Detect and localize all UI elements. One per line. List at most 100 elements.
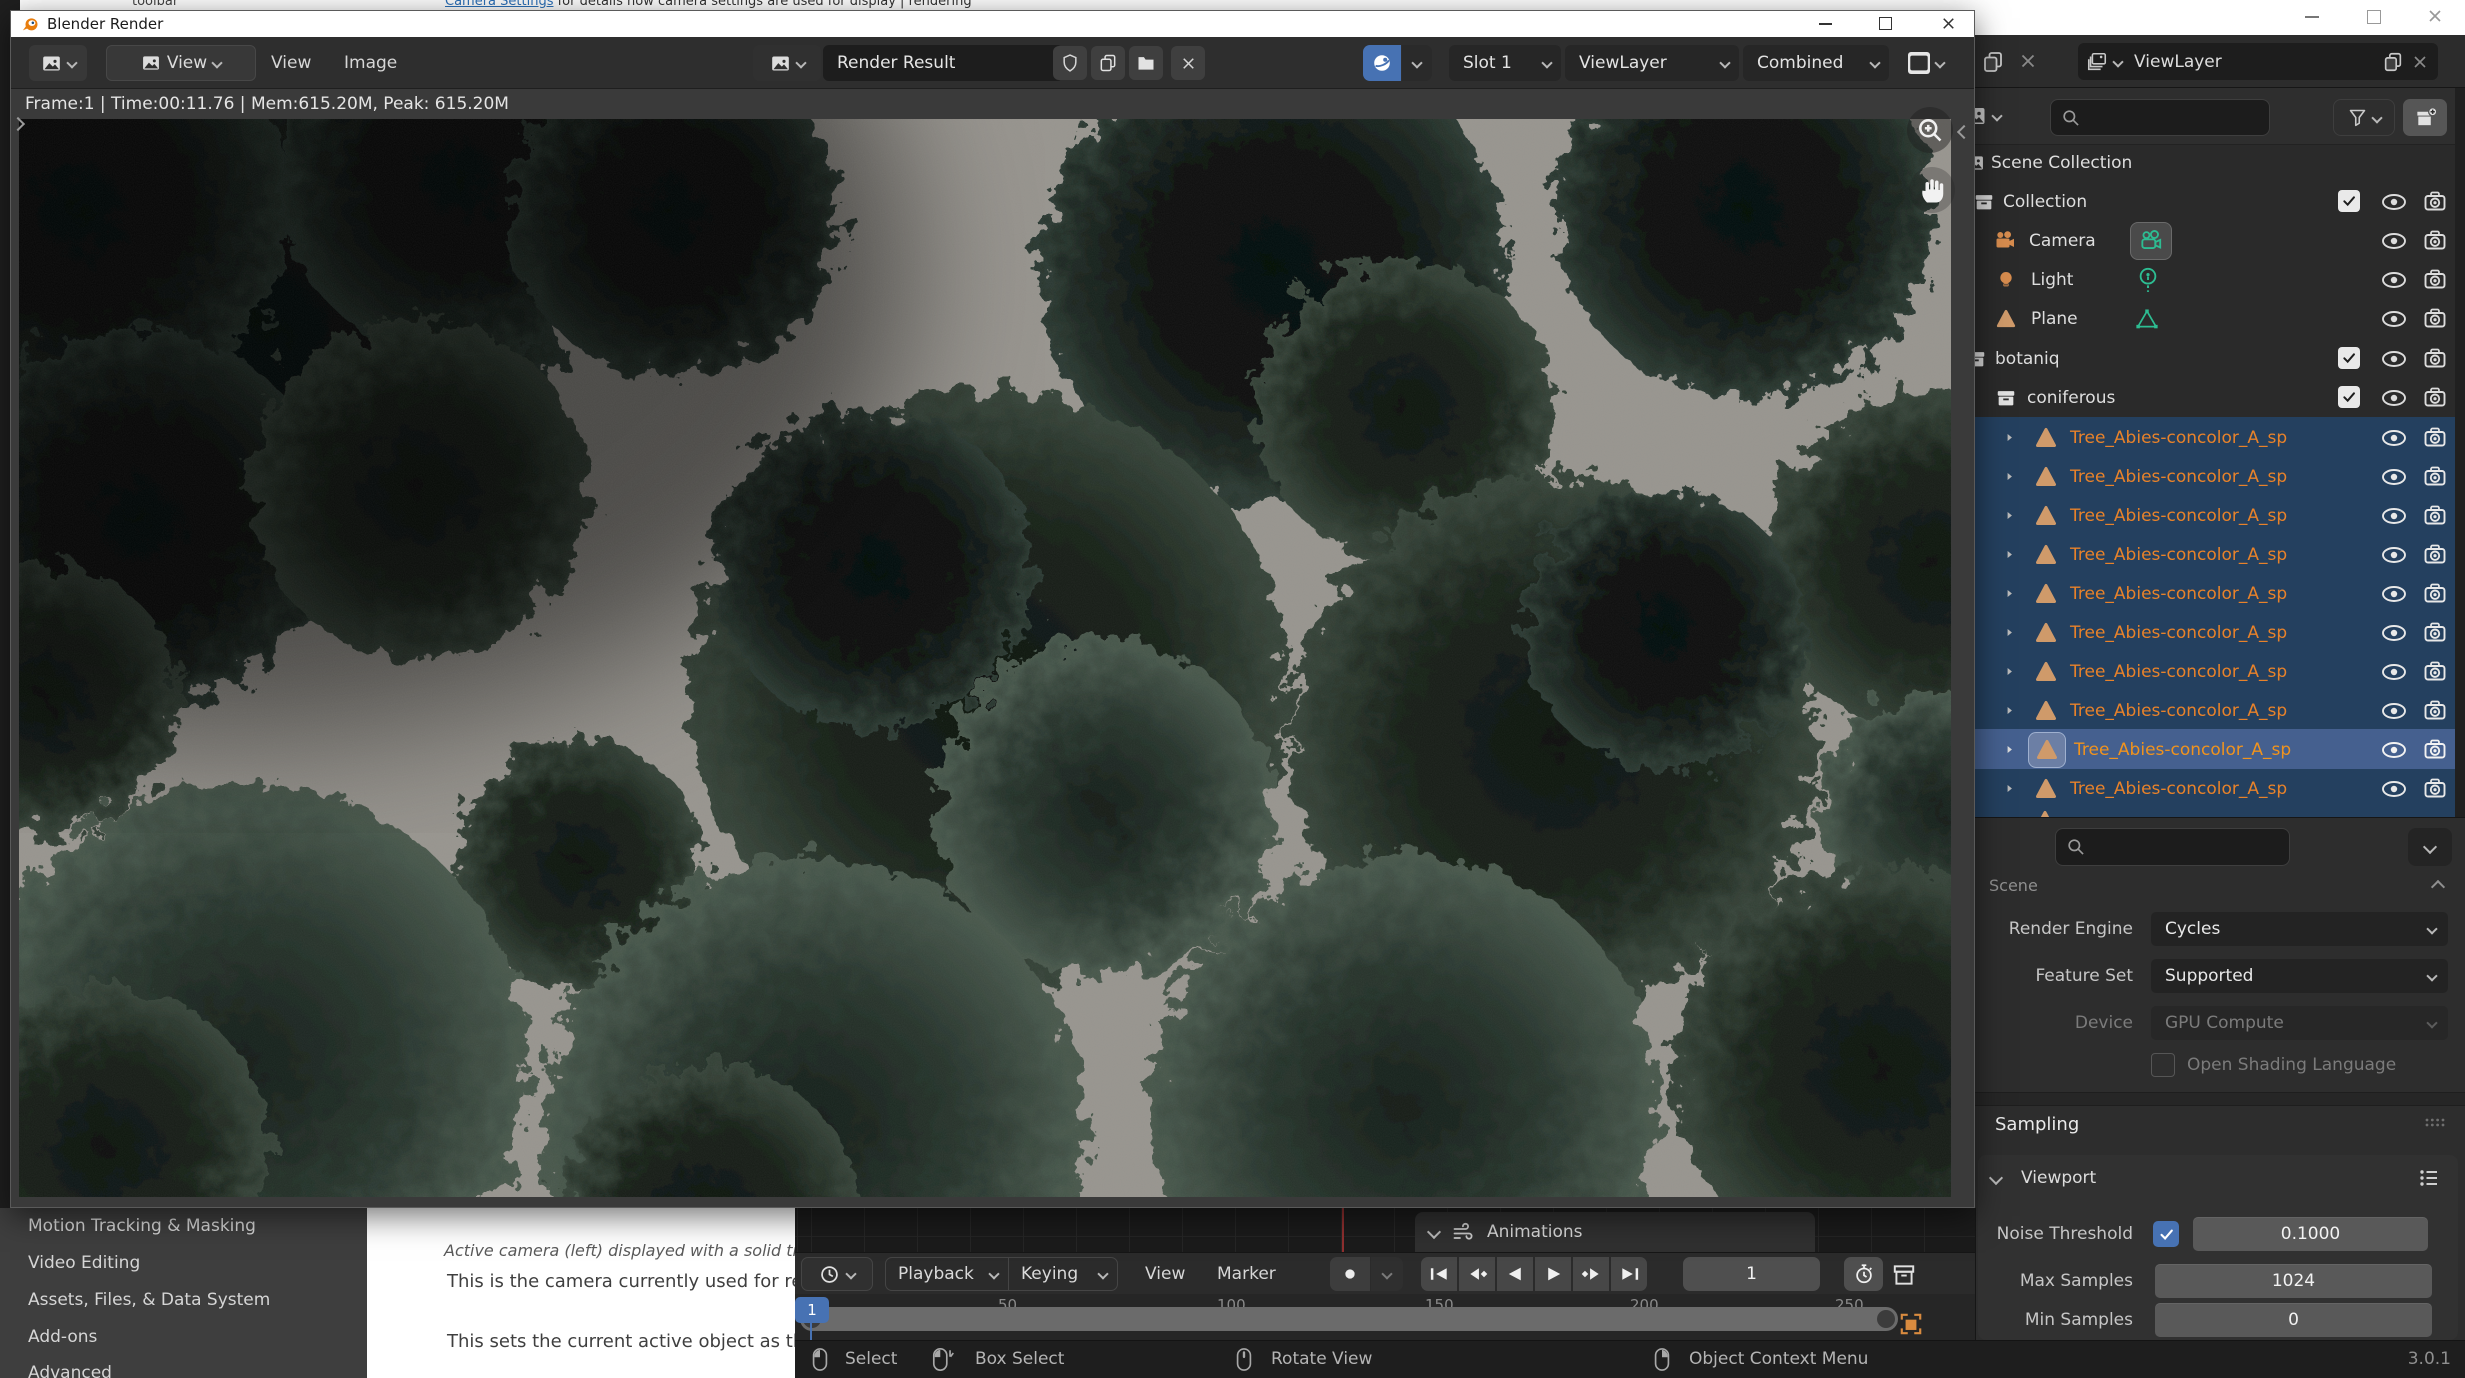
close-icon[interactable] (2017, 50, 2039, 72)
disable-render-camera-icon[interactable] (2423, 543, 2447, 565)
outliner-filter-button[interactable] (2333, 99, 2395, 136)
render-window-titlebar[interactable]: Blender Render (11, 11, 1974, 37)
disable-render-camera-icon[interactable] (2423, 660, 2447, 682)
new-image-button[interactable] (1091, 46, 1125, 80)
disable-render-camera-icon[interactable] (2423, 738, 2447, 760)
zoom-gizmo[interactable] (1907, 107, 1953, 153)
jump-to-start-button[interactable] (1421, 1257, 1457, 1291)
view-menu[interactable]: View (271, 45, 311, 81)
new-collection-button[interactable] (2403, 99, 2447, 136)
disable-render-camera-icon[interactable] (2423, 229, 2447, 251)
properties-options-button[interactable] (2408, 828, 2452, 866)
image-menu[interactable]: Image (344, 45, 397, 81)
overlay-brackets-icon[interactable] (1898, 1311, 1924, 1337)
image-browse-button[interactable] (753, 45, 821, 81)
hide-eye-icon[interactable] (2381, 741, 2407, 759)
main-close-button[interactable] (2425, 6, 2445, 26)
disable-render-camera-icon[interactable] (2423, 426, 2447, 448)
drag-dots-icon[interactable] (2423, 1116, 2447, 1128)
playhead-chip[interactable]: 1 (795, 1297, 829, 1323)
disable-render-camera-icon[interactable] (2423, 190, 2447, 212)
disable-render-camera-icon[interactable] (2423, 777, 2447, 799)
main-minimize-button[interactable] (2305, 16, 2319, 18)
expand-arrow-icon[interactable] (2003, 626, 2016, 639)
expand-arrow-icon[interactable] (2003, 665, 2016, 678)
copy-icon[interactable] (2382, 51, 2404, 73)
disable-render-camera-icon[interactable] (2423, 347, 2447, 369)
current-frame-field[interactable]: 1 (1683, 1257, 1820, 1291)
auto-keyframe-record-button[interactable] (1330, 1257, 1370, 1291)
unlink-image-button[interactable] (1171, 46, 1205, 80)
hide-eye-icon[interactable] (2381, 780, 2407, 798)
min-samples-field[interactable]: 0 (2155, 1303, 2432, 1337)
timeline-scrubber[interactable]: 50 100 150 200 250 1 (795, 1294, 1975, 1340)
scene-pin-options[interactable] (1402, 45, 1432, 81)
close-icon[interactable] (1939, 14, 1958, 33)
timeline-marker-menu[interactable]: Marker (1217, 1257, 1276, 1291)
keying-menu[interactable]: Keying (1008, 1257, 1118, 1291)
play-reverse-button[interactable] (1497, 1257, 1533, 1291)
viewport-subpanel-header[interactable]: Viewport (2021, 1168, 2096, 1188)
list-options-icon[interactable] (2417, 1166, 2441, 1190)
max-samples-field[interactable]: 1024 (2155, 1264, 2432, 1298)
hide-eye-icon[interactable] (2381, 271, 2407, 289)
hide-eye-icon[interactable] (2381, 585, 2407, 603)
disable-render-camera-icon[interactable] (2423, 386, 2447, 408)
open-image-button[interactable] (1129, 46, 1163, 80)
hide-eye-icon[interactable] (2381, 624, 2407, 642)
coniferous-checkbox[interactable] (2338, 386, 2360, 408)
hide-eye-icon[interactable] (2381, 310, 2407, 328)
pan-gizmo[interactable] (1909, 167, 1955, 213)
botaniq-checkbox[interactable] (2338, 347, 2360, 369)
collapse-chevron-icon[interactable] (1427, 1225, 1441, 1239)
expand-arrow-icon[interactable] (2003, 704, 2016, 717)
display-channels-button[interactable] (1895, 45, 1957, 81)
expand-arrow-icon[interactable] (2003, 743, 2016, 756)
playback-menu[interactable]: Playback (885, 1257, 1009, 1291)
hide-eye-icon[interactable] (2381, 702, 2407, 720)
hide-eye-icon[interactable] (2381, 350, 2407, 368)
timeline-view-menu[interactable]: View (1145, 1257, 1185, 1291)
camera-settings-link[interactable]: Camera Settings (445, 0, 553, 9)
expand-arrow-icon[interactable] (2003, 587, 2016, 600)
outliner-search-input[interactable] (2050, 99, 2270, 136)
minimize-button[interactable] (1819, 23, 1832, 25)
sidebar-item-assets-files[interactable]: Assets, Files, & Data System (28, 1290, 270, 1310)
sidebar-item-advanced[interactable]: Advanced (28, 1363, 112, 1378)
hide-eye-icon[interactable] (2381, 468, 2407, 486)
properties-search-input[interactable] (2055, 828, 2290, 866)
panel-collapse-icon[interactable] (2431, 880, 2445, 894)
next-keyframe-button[interactable] (1573, 1257, 1609, 1291)
disable-render-camera-icon[interactable] (2423, 504, 2447, 526)
disable-render-camera-icon[interactable] (2423, 699, 2447, 721)
disable-render-camera-icon[interactable] (2423, 582, 2447, 604)
hide-eye-icon[interactable] (2381, 663, 2407, 681)
sidebar-collapse-icon[interactable] (1957, 125, 1971, 139)
outliner-scrollbar[interactable] (2455, 88, 2465, 818)
slot-dropdown[interactable]: Slot 1 (1449, 45, 1561, 81)
sidebar-item-addons[interactable]: Add-ons (28, 1327, 97, 1347)
hide-eye-icon[interactable] (2381, 193, 2407, 211)
scene-pin-button[interactable] (1363, 45, 1401, 81)
archive-box-icon[interactable] (1891, 1262, 1917, 1288)
editor-type-button[interactable] (29, 45, 87, 81)
sidebar-item-video-editing[interactable]: Video Editing (28, 1253, 140, 1273)
fake-user-button[interactable] (1053, 46, 1087, 80)
feature-set-dropdown[interactable]: Supported (2151, 959, 2448, 993)
image-name-field[interactable]: Render Result (823, 45, 1063, 81)
copy-icon[interactable] (1981, 50, 2005, 74)
close-icon[interactable] (2410, 52, 2430, 72)
hide-eye-icon[interactable] (2381, 507, 2407, 525)
scrollbar-end-handle[interactable] (1877, 1310, 1895, 1328)
noise-threshold-field[interactable]: 0.1000 (2193, 1217, 2428, 1251)
sidebar-item-motion-tracking[interactable]: Motion Tracking & Masking (28, 1216, 256, 1236)
hide-eye-icon[interactable] (2381, 232, 2407, 250)
horizontal-scrollbar[interactable] (800, 1307, 1898, 1331)
render-canvas[interactable]: Frame:1 | Time:00:11.76 | Mem:615.20M, P… (11, 89, 1974, 1207)
auto-keyframe-options[interactable] (1371, 1257, 1403, 1291)
outliner-editor-type-icon[interactable] (1975, 104, 1987, 128)
expand-arrow-icon[interactable] (2003, 548, 2016, 561)
expand-arrow-icon[interactable] (2003, 470, 2016, 483)
collection-checkbox[interactable] (2338, 190, 2360, 212)
expand-arrow-icon[interactable] (2003, 509, 2016, 522)
